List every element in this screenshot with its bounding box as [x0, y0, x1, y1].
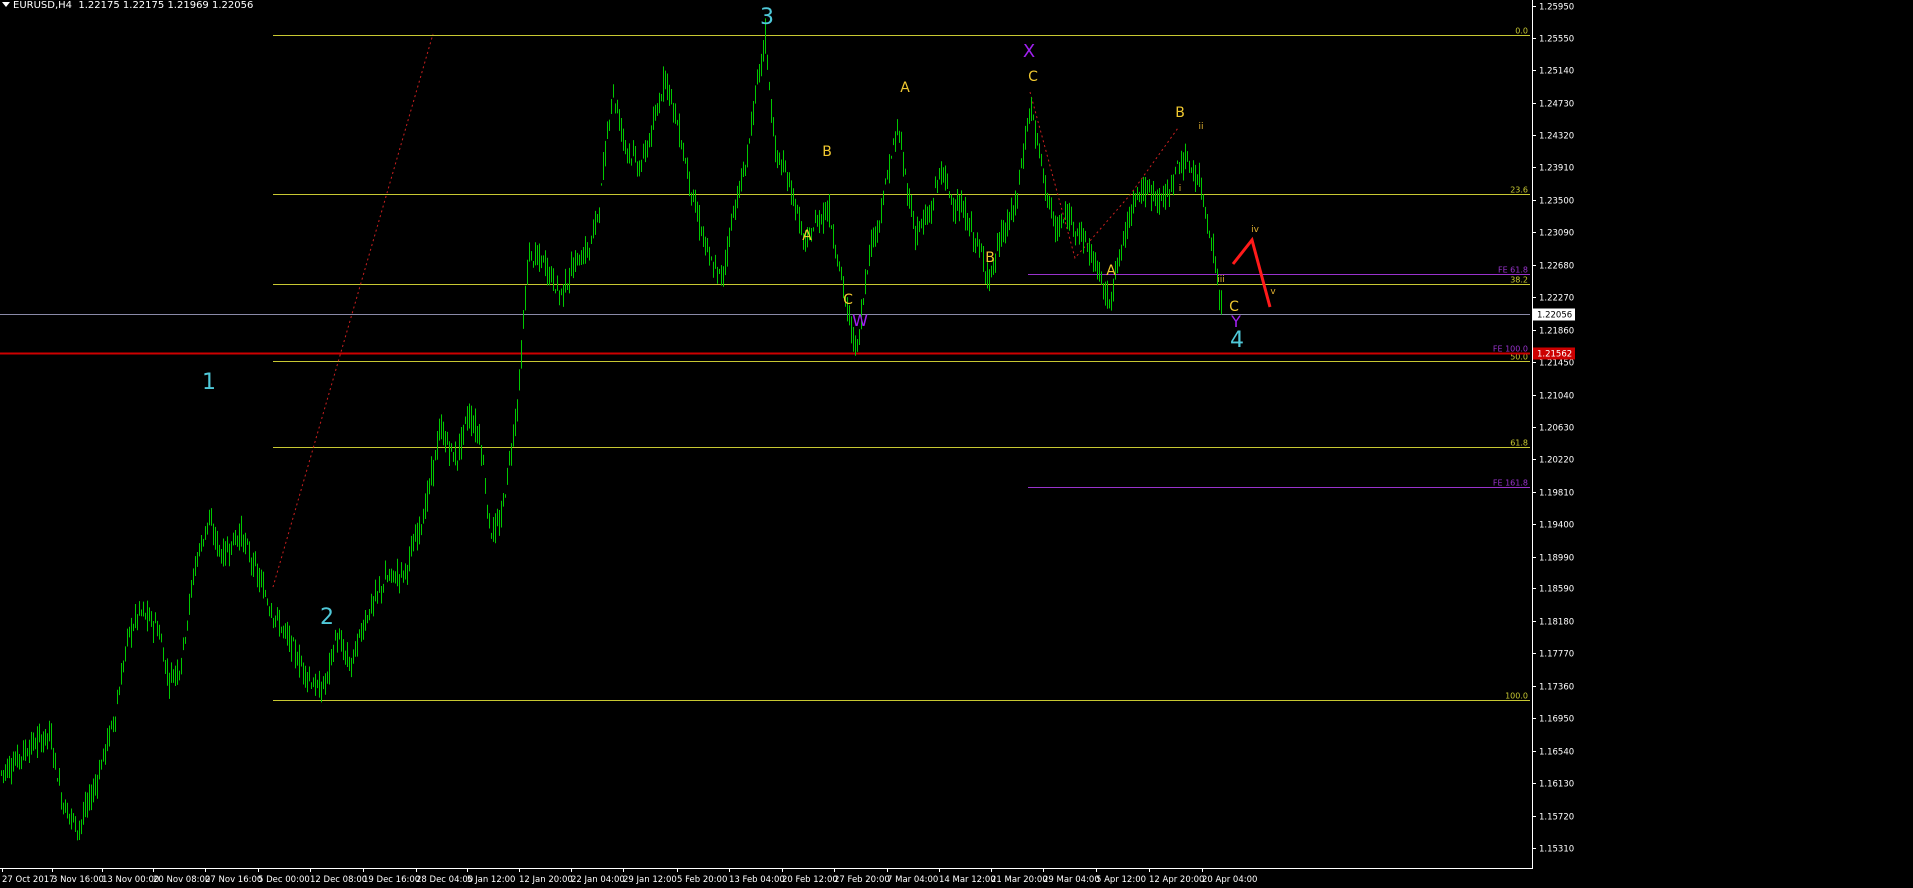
time-tick-label-11: 22 Jan 04:00	[571, 875, 625, 885]
wave-label-10: A	[900, 80, 910, 96]
time-tick-label-7: 19 Dec 16:00	[363, 875, 420, 885]
price-chart[interactable]: 0.023.638.250.061.8100.0 FE 61.8FE 100.0…	[0, 0, 1913, 888]
price-tick-label-8: 1.22680	[1539, 262, 1574, 272]
zigzag-dotted	[1029, 91, 1179, 260]
time-tick-label-16: 27 Feb 20:00	[834, 875, 890, 885]
price-tick-label-20: 1.17770	[1539, 650, 1574, 660]
price-tick-label-12: 1.21040	[1539, 392, 1574, 402]
wave-label-7: A	[802, 228, 812, 244]
current-price-label: 1.22056	[1537, 311, 1572, 321]
time-tick-label-1: 3 Nov 16:00	[52, 875, 104, 885]
price-tick-label-10: 1.21860	[1539, 327, 1574, 337]
fib-label-1: 23.6	[1510, 186, 1528, 195]
candles	[1, 18, 1222, 841]
price-tick-label-5: 1.23910	[1539, 164, 1574, 174]
price-tick-label-6: 1.23500	[1539, 197, 1574, 207]
time-tick-label-9: 5 Jan 12:00	[467, 875, 515, 885]
time-tick-label-15: 20 Feb 12:00	[782, 875, 838, 885]
time-tick-label-2: 13 Nov 00:00	[102, 875, 159, 885]
wave-label-4: X	[1023, 41, 1035, 62]
price-tick-label-13: 1.20630	[1539, 424, 1574, 434]
wave-label-8: B	[822, 144, 832, 160]
time-tick-label-18: 14 Mar 12:00	[939, 875, 996, 885]
wave-label-2: 3	[760, 5, 774, 30]
time-tick-label-20: 29 Mar 04:00	[1043, 875, 1100, 885]
price-tick-label-7: 1.23090	[1539, 229, 1574, 239]
price-tick-label-2: 1.25140	[1539, 67, 1574, 77]
wave-label-17: ii	[1198, 122, 1203, 132]
time-tick-label-22: 12 Apr 20:00	[1149, 875, 1204, 885]
time-tick-label-8: 28 Dec 04:00	[416, 875, 473, 885]
price-tick-label-19: 1.18180	[1539, 618, 1574, 628]
price-tick-label-21: 1.17360	[1539, 683, 1574, 693]
time-tick-label-6: 12 Dec 08:00	[310, 875, 367, 885]
fibonacci-levels: 0.023.638.250.061.8100.0	[273, 27, 1530, 701]
price-tick-label-18: 1.18590	[1539, 585, 1574, 595]
fe-label-2: FE 161.8	[1493, 479, 1528, 488]
wave-label-18: iii	[1217, 275, 1225, 285]
price-tick-label-14: 1.20220	[1539, 456, 1574, 466]
wave-label-11: B	[985, 250, 995, 266]
fib-label-4: 61.8	[1510, 439, 1528, 448]
axes: 1.25950 1.25550 1.25140 1.24730 1.24320 1.239…	[0, 0, 1575, 885]
price-tick-label-24: 1.16130	[1539, 780, 1574, 790]
wave-label-16: i	[1179, 184, 1182, 194]
support-price-label: 1.21562	[1537, 350, 1572, 360]
time-tick-label-5: 5 Dec 00:00	[258, 875, 310, 885]
time-tick-label-19: 21 Mar 20:00	[991, 875, 1048, 885]
fib-label-0: 0.0	[1515, 27, 1528, 36]
trendline-dotted	[272, 33, 434, 588]
time-tick-label-10: 12 Jan 20:00	[519, 875, 573, 885]
fib-label-2: 38.2	[1510, 276, 1528, 285]
time-tick-label-23: 20 Apr 04:00	[1202, 875, 1257, 885]
wave-label-1: 2	[320, 605, 334, 630]
fib-label-5: 100.0	[1505, 692, 1528, 701]
wave-label-9: C	[843, 292, 853, 308]
time-tick-label-12: 29 Jan 12:00	[623, 875, 677, 885]
wave-label-19: iv	[1251, 225, 1260, 235]
fe-label-0: FE 61.8	[1498, 266, 1528, 275]
time-tick-label-3: 20 Nov 08:00	[153, 875, 210, 885]
price-tick-label-16: 1.19400	[1539, 521, 1574, 531]
wave-label-20: v	[1270, 287, 1276, 297]
wave-label-14: B	[1175, 105, 1185, 121]
wave-label-13: A	[1106, 263, 1116, 279]
projection-path	[1231, 236, 1272, 308]
price-tick-label-15: 1.19810	[1539, 489, 1574, 499]
time-tick-label-14: 13 Feb 04:00	[729, 875, 785, 885]
wave-label-0: 1	[202, 370, 216, 395]
price-tick-label-0: 1.25950	[1539, 3, 1574, 13]
wave-labels: 1234XW YABCABCABCiiiiiiivv	[202, 5, 1276, 630]
price-tick-label-23: 1.16540	[1539, 748, 1574, 758]
price-tick-label-17: 1.18990	[1539, 554, 1574, 564]
time-tick-label-0: 27 Oct 2017	[2, 875, 55, 885]
wave-label-3: 4	[1230, 328, 1244, 353]
fe-label-1: FE 100.0	[1493, 345, 1528, 354]
wave-label-15: C	[1229, 299, 1239, 315]
wave-label-5: W	[852, 311, 868, 330]
wave-label-12: C	[1028, 69, 1038, 85]
price-tick-label-22: 1.16950	[1539, 715, 1574, 725]
price-tick-label-1: 1.25550	[1539, 35, 1574, 45]
price-tick-label-26: 1.15310	[1539, 845, 1574, 855]
price-tick-label-25: 1.15720	[1539, 813, 1574, 823]
price-tick-label-3: 1.24730	[1539, 100, 1574, 110]
drawings	[0, 33, 1530, 588]
price-tick-label-4: 1.24320	[1539, 132, 1574, 142]
time-tick-label-13: 5 Feb 20:00	[677, 875, 727, 885]
time-tick-label-21: 5 Apr 12:00	[1096, 875, 1146, 885]
time-tick-label-4: 27 Nov 16:00	[205, 875, 262, 885]
price-tick-label-11: 1.21450	[1539, 359, 1574, 369]
time-tick-label-17: 7 Mar 04:00	[887, 875, 938, 885]
price-tick-label-9: 1.22270	[1539, 294, 1574, 304]
